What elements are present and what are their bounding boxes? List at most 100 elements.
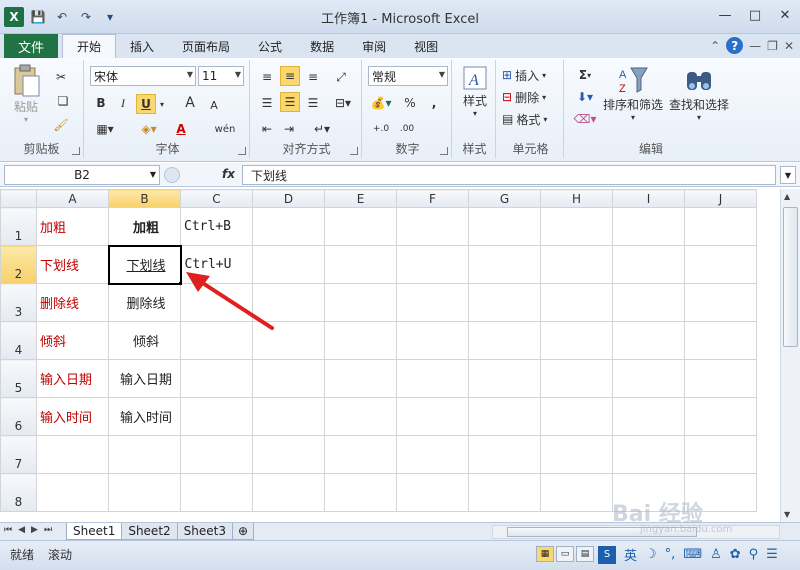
cell[interactable] [252,245,325,284]
cell-B5[interactable]: 输入日期 [108,359,181,398]
ime-user-icon[interactable]: ♙ [710,547,722,562]
vertical-scrollbar[interactable]: ▲ ▼ [780,189,800,522]
minimize-ribbon-icon[interactable]: ⌃ [710,39,720,53]
format-painter-icon[interactable]: 🖌 [52,116,70,134]
align-right-icon[interactable]: ☰ [304,94,322,112]
ime-skin-icon[interactable]: ✿ [730,547,741,562]
row-header[interactable]: 1 [0,207,37,246]
row-header[interactable]: 8 [0,473,37,512]
last-sheet-icon[interactable]: ⏭ [44,525,52,535]
normal-view-icon[interactable]: ▦ [536,546,554,562]
row-header[interactable]: 2 [0,245,37,284]
align-center-icon[interactable]: ☰ [280,92,300,112]
row-header[interactable]: 3 [0,283,37,322]
clear-icon[interactable]: ⌫▾ [572,110,598,128]
tab-insert[interactable]: 插入 [116,34,168,58]
cell[interactable] [540,473,613,512]
cell[interactable] [324,397,397,436]
cell[interactable] [180,283,253,322]
clipboard-launcher-icon[interactable] [72,147,80,155]
grow-font-button[interactable]: A [180,94,200,112]
cell[interactable] [468,207,541,246]
cell[interactable] [612,435,685,474]
tab-formulas[interactable]: 公式 [244,34,296,58]
cell[interactable] [540,359,613,398]
cell[interactable] [36,473,109,512]
styles-button[interactable]: A 样式 ▾ [456,64,494,118]
cell[interactable] [324,245,397,284]
align-left-icon[interactable]: ☰ [258,94,276,112]
page-break-view-icon[interactable]: ▤ [576,546,594,562]
cell[interactable] [684,245,757,284]
cell[interactable] [612,207,685,246]
tab-home[interactable]: 开始 [62,34,117,58]
cell[interactable] [324,435,397,474]
tab-file[interactable]: 文件 [4,34,58,58]
column-header[interactable]: D [252,189,325,208]
autosum-button[interactable]: Σ ▾ [572,66,598,84]
cell[interactable] [252,435,325,474]
close-button[interactable]: ✕ [770,0,800,30]
paste-button[interactable]: 粘贴 ▾ [6,64,46,124]
find-select-button[interactable]: 查找和选择 ▾ [666,64,732,122]
cell[interactable] [252,359,325,398]
number-format-select[interactable]: 常规 ▼ [368,66,448,86]
cell[interactable] [396,435,469,474]
cell[interactable] [108,435,181,474]
name-box[interactable]: B2 ▼ [4,165,160,185]
cell[interactable] [180,397,253,436]
scroll-down-icon[interactable]: ▼ [784,510,790,519]
cell[interactable] [468,359,541,398]
row-header[interactable]: 5 [0,359,37,398]
tab-view[interactable]: 视图 [400,34,452,58]
copy-icon[interactable]: ❏ [52,92,74,110]
cell[interactable] [612,321,685,360]
cell[interactable] [396,359,469,398]
align-middle-icon[interactable]: ≡ [280,66,300,86]
wrap-text-icon[interactable]: ↵▾ [310,120,334,138]
cell-A4[interactable]: 倾斜 [36,321,109,360]
prev-sheet-icon[interactable]: ◀ [18,525,25,535]
cell-A1[interactable]: 加粗 [36,207,109,246]
cell[interactable] [180,359,253,398]
phonetic-button[interactable]: wén [210,120,240,138]
fill-handle[interactable] [177,280,179,282]
column-header[interactable]: B [108,189,181,208]
cell-B1[interactable]: 加粗 [108,207,181,246]
font-launcher-icon[interactable] [238,147,246,155]
merge-center-icon[interactable]: ⊟▾ [330,94,356,112]
tab-page-layout[interactable]: 页面布局 [168,34,244,58]
cell[interactable] [252,473,325,512]
cell[interactable] [324,207,397,246]
cell[interactable] [540,397,613,436]
decrease-indent-icon[interactable]: ⇤ [258,120,276,138]
column-header[interactable]: F [396,189,469,208]
italic-button[interactable]: I [114,94,132,112]
cell[interactable] [180,435,253,474]
cell-B4[interactable]: 倾斜 [108,321,181,360]
cell-A6[interactable]: 输入时间 [36,397,109,436]
row-header[interactable]: 6 [0,397,37,436]
cell[interactable] [396,473,469,512]
cell-C2[interactable]: Ctrl+U [180,245,253,284]
currency-icon[interactable]: 💰▾ [368,94,394,112]
decrease-decimal-icon[interactable]: .00 [396,120,418,138]
cell-A5[interactable]: 输入日期 [36,359,109,398]
tab-sheet2[interactable]: Sheet2 [121,523,178,540]
increase-decimal-icon[interactable]: +.0 [370,120,392,138]
cell[interactable] [180,473,253,512]
tab-review[interactable]: 审阅 [348,34,400,58]
cell[interactable] [684,207,757,246]
percent-button[interactable]: % [402,94,418,112]
maximize-button[interactable]: □ [740,0,770,30]
format-cells-button[interactable]: ▤ 格式 ▾ [502,110,562,128]
orientation-icon[interactable]: ⤢ [330,68,352,86]
column-header[interactable]: A [36,189,109,208]
page-layout-view-icon[interactable]: ▭ [556,546,574,562]
cell[interactable] [396,283,469,322]
cell[interactable] [396,245,469,284]
tab-sheet1[interactable]: Sheet1 [66,523,123,540]
underline-button[interactable]: U [136,94,156,114]
cell[interactable] [396,321,469,360]
cell[interactable] [540,283,613,322]
